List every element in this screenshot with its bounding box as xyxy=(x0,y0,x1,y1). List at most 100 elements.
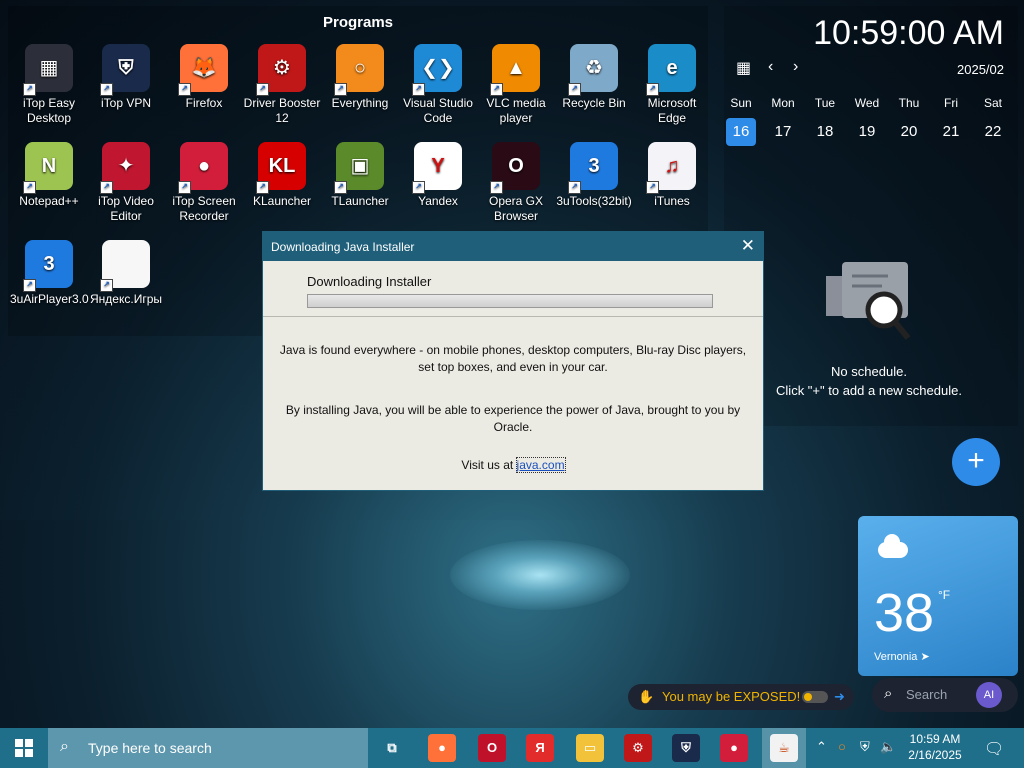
shortcut-arrow-icon: ↗ xyxy=(100,279,113,292)
desktop-shortcut-label: Notepad++ xyxy=(19,194,79,208)
desktop-shortcut[interactable]: 🦊 ↗ Firefox xyxy=(165,44,243,111)
tray-clock[interactable]: 10:59 AM 2/16/2025 xyxy=(900,731,970,763)
shortcut-arrow-icon: ↗ xyxy=(568,181,581,194)
desktop-shortcut[interactable]: ● ↗ iTop Screen Recorder xyxy=(165,142,243,224)
yandex-icon[interactable]: Я xyxy=(526,734,554,762)
driver-booster-icon[interactable]: ⚙ xyxy=(624,734,652,762)
shortcut-arrow-icon: ↗ xyxy=(412,181,425,194)
weekday-label: Fri xyxy=(944,96,958,110)
file-explorer-icon[interactable]: ▭ xyxy=(576,734,604,762)
dialog-titlebar: Downloading Java Installer ✕ xyxy=(263,232,763,261)
download-progress-fill xyxy=(308,295,712,307)
desktop-shortcut[interactable]: ♫ ↗ iTunes xyxy=(633,142,711,209)
calendar-day[interactable]: 20 xyxy=(894,118,924,146)
desktop-shortcut-label: iTop Easy Desktop xyxy=(22,96,76,125)
weather-widget[interactable]: 38 °F Vernonia ➤ xyxy=(858,516,1018,676)
windows-logo-icon xyxy=(15,739,33,757)
weather-temperature: 38 xyxy=(874,583,935,643)
next-week-button[interactable]: › xyxy=(793,58,798,76)
everything-tray-icon[interactable]: ○ xyxy=(838,739,846,754)
desktop-shortcut[interactable]: N ↗ Notepad++ xyxy=(10,142,88,209)
schedule-empty-line2: Click "+" to add a new schedule. xyxy=(776,383,962,398)
wallpaper-light xyxy=(450,540,630,610)
desktop-shortcut[interactable]: Y ↗ Yandex xyxy=(399,142,477,209)
widget-search[interactable]: ⌕ Search AI xyxy=(872,678,1018,712)
itop-easy-desktop-icon: ▦ ↗ xyxy=(23,44,73,96)
weekday-label: Wed xyxy=(854,96,880,110)
notepadpp-icon: N ↗ xyxy=(23,142,73,194)
calendar-day[interactable]: 16 xyxy=(726,118,756,146)
taskbar-search-box[interactable]: ⌕ Type here to search xyxy=(48,728,368,768)
desktop-shortcut[interactable]: 3 ↗ 3uTools(32bit) xyxy=(555,142,633,209)
exposed-toggle[interactable] xyxy=(802,691,828,703)
shortcut-arrow-icon: ↗ xyxy=(256,83,269,96)
file-icon: ↗ xyxy=(100,240,150,292)
desktop-shortcut[interactable]: KL ↗ KLauncher xyxy=(243,142,321,209)
desktop-shortcut[interactable]: O ↗ Opera GX Browser xyxy=(477,142,555,224)
java-installer-dialog: Downloading Java Installer ✕ Downloading… xyxy=(262,231,764,491)
itunes-icon: ♫ ↗ xyxy=(646,142,696,194)
dialog-divider xyxy=(263,316,763,317)
calendar-day[interactable]: 21 xyxy=(936,118,966,146)
search-icon: ⌕ xyxy=(884,685,893,702)
desktop-shortcut[interactable]: ○ ↗ Everything xyxy=(321,44,399,111)
ai-assistant-icon[interactable]: AI xyxy=(976,682,1002,708)
tray-time: 10:59 AM xyxy=(909,732,961,746)
calendar-day[interactable]: 17 xyxy=(768,118,798,146)
dialog-visit-line: Visit us at java.com xyxy=(263,457,763,473)
chevron-up-icon[interactable]: ⌃ xyxy=(816,739,827,755)
add-schedule-button[interactable]: + xyxy=(952,438,1000,486)
calendar-icon[interactable]: ▦ xyxy=(736,58,751,78)
desktop-shortcut[interactable]: ▦ ↗ iTop Easy Desktop xyxy=(10,44,88,126)
desktop-shortcut-label: KLauncher xyxy=(252,194,312,208)
weather-location: Vernonia ➤ xyxy=(874,651,930,663)
desktop-shortcut[interactable]: ↗ Яндекс.Игры xyxy=(87,240,165,307)
desktop-shortcut-label: TLauncher xyxy=(331,194,389,208)
desktop-shortcut-label: VLC media player xyxy=(486,96,546,125)
itop-vpn-icon[interactable]: ⛨ xyxy=(672,734,700,762)
everything-icon: ○ ↗ xyxy=(334,44,384,96)
desktop-shortcut[interactable]: ▲ ↗ VLC media player xyxy=(477,44,555,126)
opera-icon[interactable]: O xyxy=(478,734,506,762)
notification-icon[interactable]: 🗨 xyxy=(984,739,1004,759)
prev-week-button[interactable]: ‹ xyxy=(768,58,773,76)
desktop-shortcut-label: Visual Studio Code xyxy=(403,96,473,125)
close-icon[interactable]: ✕ xyxy=(741,236,755,256)
itop-screen-recorder-icon[interactable]: ● xyxy=(720,734,748,762)
calendar-day[interactable]: 22 xyxy=(978,118,1008,146)
desktop-shortcut[interactable]: ▣ ↗ TLauncher xyxy=(321,142,399,209)
desktop-shortcut[interactable]: ⚙ ↗ Driver Booster 12 xyxy=(243,44,321,126)
weekday-label: Sat xyxy=(983,96,1002,110)
widget-search-placeholder: Search xyxy=(906,687,948,702)
desktop-shortcut[interactable]: 3 ↗ 3uAirPlayer3.0 xyxy=(10,240,89,307)
start-button[interactable] xyxy=(0,728,48,768)
desktop-shortcut[interactable]: ⛨ ↗ iTop VPN xyxy=(87,44,165,111)
firefox-icon: 🦊 ↗ xyxy=(178,44,228,96)
taskbar: ⌕ Type here to search ⧉ ● O Я ▭ ⚙ ⛨ ● ☕ ⌃ ○ ⛨ 🔈 … xyxy=(0,728,1024,768)
3utools-icon: 3 ↗ xyxy=(568,142,618,194)
shortcut-arrow-icon: ↗ xyxy=(100,181,113,194)
security-icon[interactable]: ⛨ xyxy=(860,739,870,755)
calendar-day[interactable]: 18 xyxy=(810,118,840,146)
opera-gx-icon: O ↗ xyxy=(490,142,540,194)
exposed-alert-pill[interactable]: ✋ You may be EXPOSED! ➜ xyxy=(628,684,854,710)
java-icon[interactable]: ☕ xyxy=(770,734,798,762)
desktop-shortcut-label: Яндекс.Игры xyxy=(90,292,162,306)
shortcut-arrow-icon: ↗ xyxy=(334,83,347,96)
java-com-link[interactable]: java.com xyxy=(515,457,566,473)
itop-screen-recorder-icon: ● ↗ xyxy=(178,142,228,194)
desktop-shortcut-label: Recycle Bin xyxy=(562,96,626,110)
itop-video-editor-icon: ✦ ↗ xyxy=(100,142,150,194)
volume-icon[interactable]: 🔈 xyxy=(880,739,896,755)
calendar-day[interactable]: 19 xyxy=(852,118,882,146)
desktop-shortcut[interactable]: e ↗ Microsoft Edge xyxy=(633,44,711,126)
progress-label: Downloading Installer xyxy=(307,274,432,289)
firefox-icon[interactable]: ● xyxy=(428,734,456,762)
arrow-right-icon[interactable]: ➜ xyxy=(834,684,845,710)
desktop-shortcut[interactable]: ✦ ↗ iTop Video Editor xyxy=(87,142,165,224)
task-view-icon[interactable]: ⧉ xyxy=(378,734,406,762)
yandex-icon: Y ↗ xyxy=(412,142,462,194)
desktop-shortcut[interactable]: ❮❯ ↗ Visual Studio Code xyxy=(399,44,477,126)
desktop-shortcut[interactable]: ♻ ↗ Recycle Bin xyxy=(555,44,633,111)
tlauncher-icon: ▣ ↗ xyxy=(334,142,384,194)
